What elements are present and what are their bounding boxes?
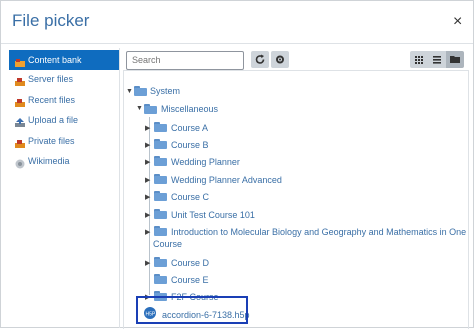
folder-icon xyxy=(154,257,167,267)
folder-icon xyxy=(154,139,167,149)
dialog-header: File picker × xyxy=(1,1,473,44)
folder-icon xyxy=(154,122,167,132)
collapsed-arrow-icon[interactable]: ▶ xyxy=(145,124,150,132)
grid-view-button[interactable] xyxy=(410,51,428,68)
expanded-arrow-icon[interactable]: ▼ xyxy=(136,105,143,112)
tree-node-label: Unit Test Course 101 xyxy=(171,210,255,220)
refresh-icon xyxy=(255,54,265,64)
tree-node-label: Introduction to Molecular Biology and Ge… xyxy=(171,227,467,237)
selection-highlight xyxy=(136,296,248,324)
settings-button[interactable] xyxy=(271,51,289,68)
list-view-button[interactable] xyxy=(428,51,446,68)
collapsed-arrow-icon[interactable]: ▶ xyxy=(145,193,150,201)
gear-icon xyxy=(276,55,284,64)
wikimedia-icon xyxy=(15,156,25,169)
dialog-title: File picker xyxy=(12,11,90,30)
tree-node-label: Wedding Planner Advanced xyxy=(171,175,282,185)
sidebar-item-label: Content bank xyxy=(28,55,82,65)
folder-icon xyxy=(154,156,167,166)
grid-view-icon xyxy=(415,56,423,64)
server-files-icon xyxy=(15,74,25,86)
private-files-icon xyxy=(15,136,25,148)
sidebar-item-server-files[interactable]: Server files xyxy=(9,69,119,89)
sidebar-item-recent-files[interactable]: Recent files xyxy=(9,90,119,110)
sidebar-item-label: Private files xyxy=(28,136,75,146)
list-view-icon xyxy=(433,56,441,64)
collapsed-arrow-icon[interactable]: ▶ xyxy=(145,158,150,166)
sidebar-item-label: Wikimedia xyxy=(28,156,70,166)
refresh-button[interactable] xyxy=(251,51,269,68)
recent-files-icon xyxy=(15,95,25,107)
collapsed-arrow-icon[interactable]: ▶ xyxy=(145,211,150,219)
collapsed-arrow-icon[interactable]: ▶ xyxy=(145,259,150,267)
folder-icon xyxy=(144,104,157,114)
expanded-arrow-icon[interactable]: ▼ xyxy=(126,88,133,95)
sidebar-item-label: Upload a file xyxy=(28,115,79,125)
tree-node-label: Miscellaneous xyxy=(161,104,219,114)
tree-node-label: System xyxy=(150,86,181,96)
tree-node-label: Wedding Planner xyxy=(171,157,240,167)
collapsed-arrow-icon[interactable]: ▶ xyxy=(145,141,150,149)
folder-icon xyxy=(154,174,167,184)
folder-icon xyxy=(154,226,167,236)
tree-node-label: Course xyxy=(153,239,183,249)
file-tree: ▼ System ▼ Miscellaneous ▶ Course A ▶ Co… xyxy=(123,70,469,329)
folder-icon xyxy=(154,191,167,201)
sidebar-item-private-files[interactable]: Private files xyxy=(9,131,119,151)
sidebar-item-label: Server files xyxy=(28,74,74,84)
sidebar-item-content-bank[interactable]: Content bank xyxy=(9,50,119,70)
repository-sidebar: Content bank Server files Recent files U… xyxy=(9,48,120,328)
folder-view-icon xyxy=(450,56,460,63)
tree-view-button[interactable] xyxy=(446,51,464,68)
file-picker-dialog: File picker × Content bank Server files … xyxy=(0,0,474,329)
sidebar-item-upload[interactable]: Upload a file xyxy=(9,110,119,130)
close-icon[interactable]: × xyxy=(453,13,462,31)
collapsed-arrow-icon[interactable]: ▶ xyxy=(145,228,150,236)
tree-node-label: Course A xyxy=(171,123,209,133)
search-input[interactable] xyxy=(126,51,244,70)
tree-node-label: Course B xyxy=(171,140,209,150)
folder-icon xyxy=(134,86,147,96)
sidebar-item-wikimedia[interactable]: Wikimedia xyxy=(9,151,119,171)
content-bank-icon xyxy=(15,55,25,67)
tree-node-label: Course E xyxy=(171,275,209,285)
folder-icon xyxy=(154,274,167,284)
tree-node-label: Course C xyxy=(171,192,210,202)
tree-node-label: Course D xyxy=(171,258,210,268)
sidebar-item-label: Recent files xyxy=(28,95,76,105)
upload-icon xyxy=(15,115,25,127)
folder-icon xyxy=(154,209,167,219)
collapsed-arrow-icon[interactable]: ▶ xyxy=(145,176,150,184)
